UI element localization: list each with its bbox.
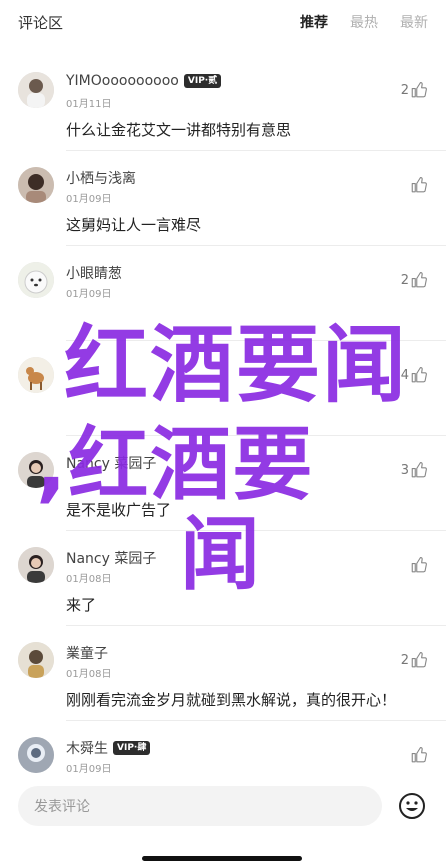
- list-item: 小眼睛葱 01月09日 2: [0, 246, 446, 341]
- author-name: 業童子: [66, 646, 108, 662]
- comment-date: 01月09日: [66, 194, 112, 205]
- avatar-image: [18, 737, 54, 773]
- like-button[interactable]: [409, 556, 428, 574]
- avatar[interactable]: [18, 167, 54, 203]
- list-item: 小栖与浅离 01月09日 这舅妈让人一言难尽: [0, 151, 446, 246]
- comment-composer: 发表评论: [0, 776, 446, 868]
- avatar-image: [18, 452, 54, 488]
- like-button[interactable]: 2: [401, 271, 428, 289]
- comment-text: 刚刚看完流金岁月就碰到黑水解说，真的很开心！: [66, 691, 397, 709]
- comment-text: 这舅妈让人一言难尽: [66, 216, 202, 234]
- avatar[interactable]: [18, 357, 54, 393]
- avatar-image: [18, 547, 54, 583]
- comment-text: 是不是收广告了: [66, 501, 172, 519]
- like-count: 3: [400, 462, 409, 478]
- tab-newest[interactable]: 最新: [400, 12, 428, 32]
- avatar-image: [18, 262, 54, 298]
- list-item: 4: [0, 341, 446, 436]
- home-indicator: [142, 856, 302, 861]
- thumbs-up-icon: [411, 556, 427, 573]
- smiley-icon[interactable]: [398, 792, 426, 820]
- comment-author[interactable]: 小栖与浅离: [66, 168, 136, 188]
- comment-date: 01月08日: [66, 574, 112, 585]
- like-button[interactable]: 3: [401, 461, 428, 479]
- comment-text: 来了: [66, 596, 97, 614]
- thumbs-up-icon: [411, 176, 427, 193]
- list-item: Nancy 菜园子 是不是收广告了 3: [0, 436, 446, 531]
- list-item: 業童子 01月08日 刚刚看完流金岁月就碰到黑水解说，真的很开心！ 2: [0, 626, 446, 721]
- comment-author[interactable]: Nancy 菜园子: [66, 548, 156, 568]
- thumbs-up-icon: [411, 746, 427, 763]
- like-button[interactable]: [409, 746, 428, 764]
- avatar-image: [18, 72, 54, 108]
- thumbs-up-icon: [411, 651, 427, 668]
- sort-tabs: 推荐 最热 最新: [300, 12, 428, 32]
- avatar-image: [18, 642, 54, 678]
- avatar[interactable]: [18, 737, 54, 773]
- avatar[interactable]: [18, 72, 54, 108]
- comment-author[interactable]: Nancy 菜园子: [66, 453, 156, 473]
- like-button[interactable]: 2: [401, 81, 428, 99]
- comment-input[interactable]: 发表评论: [18, 786, 382, 826]
- like-button[interactable]: 4: [401, 366, 428, 384]
- comment-date: 01月08日: [66, 669, 112, 680]
- avatar[interactable]: [18, 452, 54, 488]
- thumbs-up-icon: [411, 271, 427, 288]
- author-name: 木舜生: [66, 741, 108, 757]
- comment-author[interactable]: 小眼睛葱: [66, 263, 122, 283]
- author-name: Nancy 菜园子: [66, 551, 157, 567]
- author-name: YIMOooooooooo: [66, 73, 179, 89]
- comment-date: 01月09日: [66, 289, 112, 300]
- avatar-image: [18, 167, 54, 203]
- comment-date: 01月09日: [66, 764, 112, 775]
- author-name: Nancy 菜园子: [66, 456, 157, 472]
- header: 评论区 推荐 最热 最新: [0, 0, 446, 44]
- like-count: 4: [400, 367, 409, 383]
- list-item: Nancy 菜园子 01月08日 来了: [0, 531, 446, 626]
- page-title: 评论区: [18, 13, 64, 32]
- comment-text: 什么让金花艾文一讲都特别有意思: [66, 121, 292, 139]
- like-button[interactable]: 2: [401, 651, 428, 669]
- like-count: 2: [400, 652, 409, 668]
- vip-badge: VIP·肆: [113, 741, 151, 755]
- thumbs-up-icon: [411, 366, 427, 383]
- comment-date: 01月11日: [66, 99, 112, 110]
- comment-input-placeholder: 发表评论: [34, 799, 90, 815]
- like-button[interactable]: [409, 176, 428, 194]
- comment-author[interactable]: 業童子: [66, 643, 108, 663]
- thumbs-up-icon: [411, 81, 427, 98]
- comment-list: YIMOooooooooo VIP·贰 01月11日 什么让金花艾文一讲都特别有…: [0, 56, 446, 816]
- thumbs-up-icon: [411, 461, 427, 478]
- like-count: 2: [400, 82, 409, 98]
- like-count: 2: [400, 272, 409, 288]
- author-name: 小眼睛葱: [66, 266, 122, 282]
- avatar[interactable]: [18, 642, 54, 678]
- tab-recommended[interactable]: 推荐: [300, 12, 328, 32]
- comment-author[interactable]: 木舜生 VIP·肆: [66, 738, 151, 758]
- avatar[interactable]: [18, 262, 54, 298]
- avatar-image: [18, 357, 54, 393]
- vip-badge: VIP·贰: [183, 74, 222, 88]
- author-name: 小栖与浅离: [66, 171, 136, 187]
- avatar[interactable]: [18, 547, 54, 583]
- tab-hottest[interactable]: 最热: [350, 12, 378, 32]
- list-item: YIMOooooooooo VIP·贰 01月11日 什么让金花艾文一讲都特别有…: [0, 56, 446, 151]
- comment-author[interactable]: YIMOooooooooo VIP·贰: [66, 73, 222, 89]
